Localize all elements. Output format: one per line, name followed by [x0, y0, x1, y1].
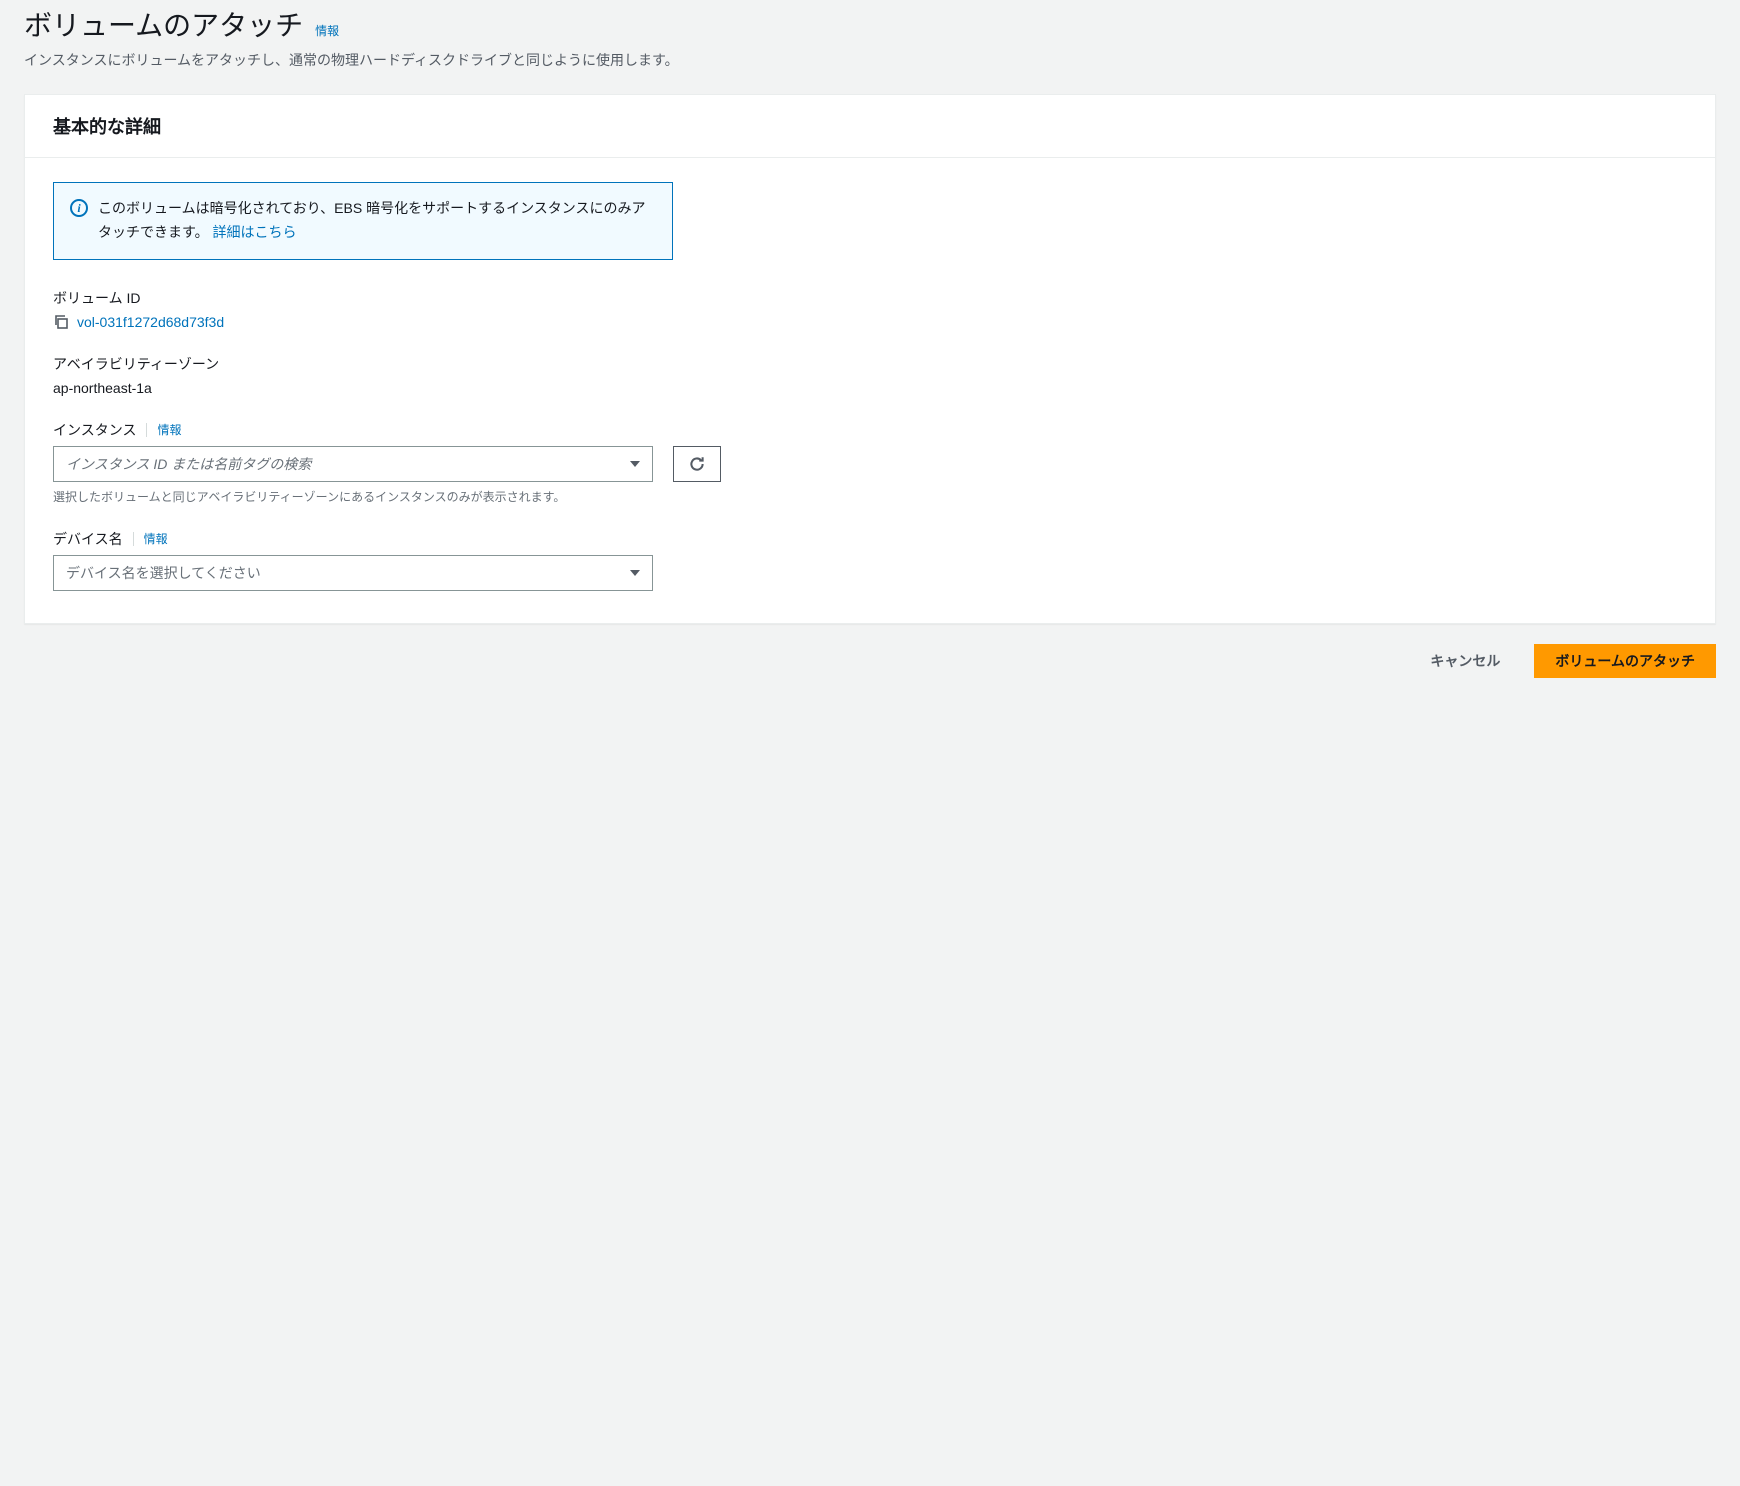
divider [133, 532, 134, 546]
copy-icon[interactable] [53, 314, 69, 330]
alert-text: このボリュームは暗号化されており、EBS 暗号化をサポートするインスタンスにのみ… [98, 200, 646, 240]
divider [146, 423, 147, 437]
device-info-link[interactable]: 情報 [144, 530, 168, 547]
page-info-link[interactable]: 情報 [315, 22, 339, 39]
instance-field: インスタンス 情報 インスタンス ID または名前タグの検索 [53, 420, 1687, 505]
volume-id-field: ボリューム ID vol-031f1272d68d73f3d [53, 288, 1687, 330]
footer-actions: キャンセル ボリュームのアタッチ [0, 624, 1740, 698]
az-value: ap-northeast-1a [53, 380, 1687, 396]
volume-id-value[interactable]: vol-031f1272d68d73f3d [77, 314, 224, 330]
refresh-button[interactable] [673, 446, 721, 482]
instance-select[interactable]: インスタンス ID または名前タグの検索 [53, 446, 653, 482]
chevron-down-icon [630, 461, 640, 467]
details-panel: 基本的な詳細 i このボリュームは暗号化されており、EBS 暗号化をサポートする… [24, 94, 1716, 624]
instance-info-link[interactable]: 情報 [157, 421, 181, 438]
page-title: ボリュームのアタッチ [24, 4, 303, 44]
az-label: アベイラビリティーゾーン [53, 354, 219, 374]
cancel-button[interactable]: キャンセル [1410, 644, 1520, 678]
encryption-alert: i このボリュームは暗号化されており、EBS 暗号化をサポートするインスタンスに… [53, 182, 673, 260]
instance-label: インスタンス [53, 420, 136, 440]
attach-volume-button[interactable]: ボリュームのアタッチ [1534, 644, 1716, 678]
az-field: アベイラビリティーゾーン ap-northeast-1a [53, 354, 1687, 396]
instance-select-placeholder: インスタンス ID または名前タグの検索 [66, 454, 311, 474]
page-header: ボリュームのアタッチ 情報 インスタンスにボリュームをアタッチし、通常の物理ハー… [0, 0, 1740, 94]
page-description: インスタンスにボリュームをアタッチし、通常の物理ハードディスクドライブと同じよう… [24, 50, 1716, 70]
info-icon: i [70, 199, 88, 217]
chevron-down-icon [630, 570, 640, 576]
device-select-placeholder: デバイス名を選択してください [66, 563, 261, 583]
volume-id-label: ボリューム ID [53, 288, 140, 308]
device-field: デバイス名 情報 デバイス名を選択してください [53, 529, 1687, 591]
alert-learn-more-link[interactable]: 詳細はこちら [213, 224, 297, 240]
panel-title: 基本的な詳細 [53, 113, 1687, 139]
refresh-icon [688, 455, 706, 473]
instance-help-text: 選択したボリュームと同じアベイラビリティーゾーンにあるインスタンスのみが表示され… [53, 488, 1687, 505]
device-label: デバイス名 [53, 529, 123, 549]
device-select[interactable]: デバイス名を選択してください [53, 555, 653, 591]
